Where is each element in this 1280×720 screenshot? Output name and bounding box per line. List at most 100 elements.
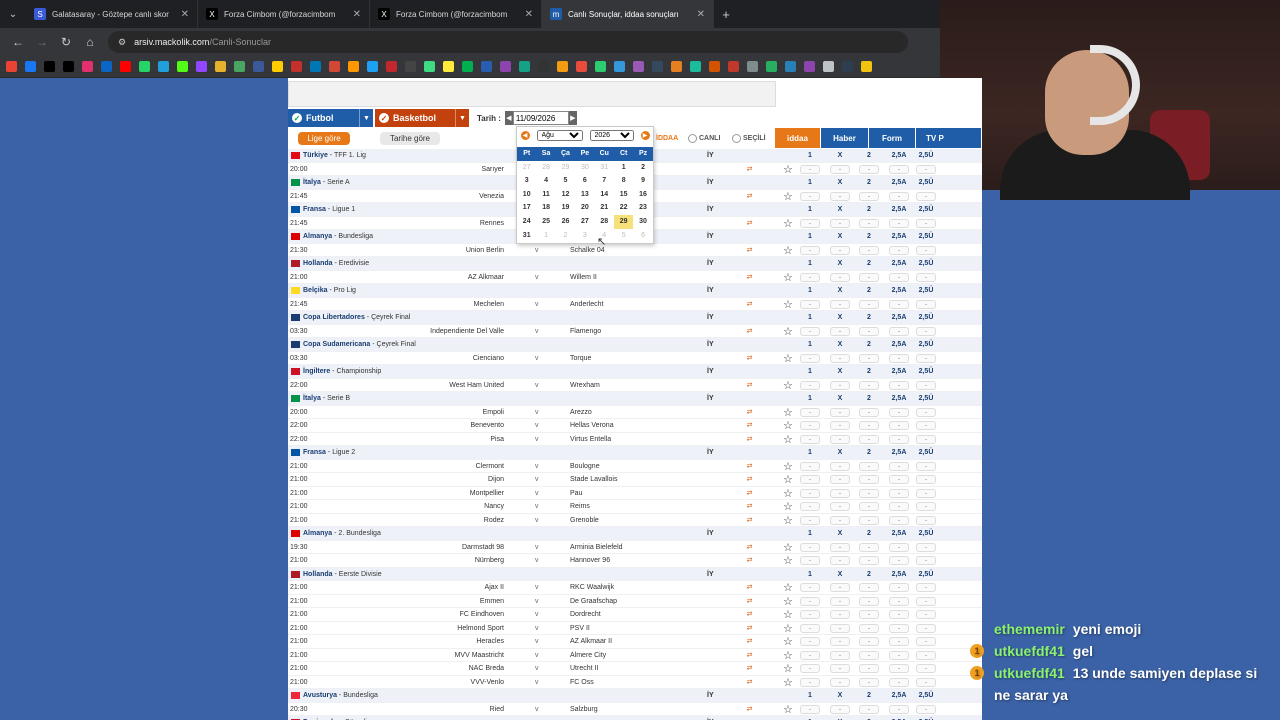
odd-cell[interactable]: - [859,245,879,255]
secili-checkbox[interactable]: SEÇİLİ [732,134,766,143]
away-team[interactable]: Willem II [570,274,597,281]
star-icon[interactable]: ☆ [783,325,793,338]
bookmark-icon[interactable] [158,61,169,72]
home-team[interactable]: Montpellier [470,490,504,497]
odd-cell[interactable]: - [830,677,850,687]
odd-cell[interactable]: - [916,488,936,498]
star-icon[interactable]: ☆ [783,622,793,635]
star-icon[interactable]: ☆ [783,379,793,392]
bookmark-icon[interactable] [595,61,606,72]
calendar-day[interactable]: 6 [575,174,594,188]
calendar-day[interactable]: 29 [613,214,634,229]
next-date-icon[interactable]: ▶ [568,111,577,125]
odd-cell[interactable]: - [889,353,909,363]
odd-cell[interactable]: - [830,407,850,417]
odd-cell[interactable]: - [916,326,936,336]
calendar-day[interactable]: 29 [556,161,575,175]
bookmark-icon[interactable] [329,61,340,72]
tv-icon[interactable]: ⇄ [745,706,754,713]
odd-cell[interactable]: - [916,421,936,430]
away-team[interactable]: Virtus Entella [570,436,611,443]
odd-cell[interactable]: - [889,502,909,511]
bookmark-icon[interactable] [538,61,549,72]
odd-cell[interactable]: - [889,610,909,619]
odd-cell[interactable]: - [859,542,879,552]
home-team[interactable]: Venezia [479,193,504,200]
odd-cell[interactable]: - [889,583,909,592]
odd-cell[interactable]: - [859,434,879,444]
calendar-day[interactable]: 31 [517,229,536,243]
odd-cell[interactable]: - [800,556,820,565]
bookmark-icon[interactable] [747,61,758,72]
chat-username[interactable]: utkuefdf41 [994,643,1065,659]
home-team[interactable]: Heracles [476,638,504,645]
calendar-day[interactable]: 9 [633,174,652,188]
calendar-next-icon[interactable]: ▶ [640,130,650,140]
away-team[interactable]: Arezzo [570,409,592,416]
bookmark-icon[interactable] [25,61,36,72]
odd-cell[interactable]: - [889,434,909,444]
bookmark-icon[interactable] [652,61,663,72]
home-team[interactable]: AZ Alkmaar [468,274,504,281]
chat-username[interactable]: utkuefdf41 [994,665,1065,681]
forward-icon[interactable]: → [30,30,54,54]
url-field[interactable]: ⚙ arsiv.mackolik.com/Canli-Sonuclar [108,31,908,53]
odd-cell[interactable]: - [830,218,850,228]
bookmark-icon[interactable] [443,61,454,72]
odd-cell[interactable]: - [800,677,820,687]
odd-cell[interactable]: - [889,650,909,660]
calendar-day[interactable]: 6 [633,229,652,243]
home-team[interactable]: FC Eindhoven [460,611,504,618]
tv-icon[interactable]: ⇄ [745,409,754,416]
home-team[interactable]: Clermont [476,463,504,470]
tab-basketbol[interactable]: ✓ Basketbol ▼ [375,109,469,127]
calendar-day[interactable]: 10 [517,188,536,202]
lige-gore-button[interactable]: Lige göre [298,132,350,145]
odd-cell[interactable]: - [889,488,909,498]
close-icon[interactable]: ✕ [697,9,705,20]
home-team[interactable]: Benevento [471,422,504,429]
home-team[interactable]: Rennes [480,220,504,227]
away-team[interactable]: Torque [570,355,591,362]
odd-cell[interactable]: - [916,610,936,619]
bookmark-icon[interactable] [481,61,492,72]
star-icon[interactable]: ☆ [783,406,793,419]
star-icon[interactable]: ☆ [783,217,793,230]
away-team[interactable]: RKC Waalwijk [570,584,614,591]
star-icon[interactable]: ☆ [783,352,793,365]
odd-cell[interactable]: - [800,650,820,660]
browser-tab[interactable]: X Forza Cimbom (@forzacimbom ✕ [198,0,370,28]
odd-cell[interactable]: - [830,380,850,390]
odd-cell[interactable]: - [830,434,850,444]
tv-icon[interactable]: ⇄ [745,355,754,362]
bookmark-icon[interactable] [576,61,587,72]
browser-tab[interactable]: S Galatasaray - Göztepe canlı skor ✕ [26,0,198,28]
tv-icon[interactable]: ⇄ [745,422,754,429]
browser-tab[interactable]: m Canlı Sonuçlar, iddaa sonuçları ✕ [542,0,714,28]
league-name[interactable]: Fransa - Ligue 2 [303,449,355,456]
odd-cell[interactable]: - [916,650,936,660]
odd-cell[interactable]: - [889,475,909,484]
calendar-day[interactable]: 16 [633,188,652,202]
odd-cell[interactable]: - [859,623,879,633]
home-team[interactable]: Pisa [490,436,504,443]
tab-search-button[interactable]: ⌄ [0,9,26,20]
calendar-day[interactable]: 3 [575,229,594,243]
league-name[interactable]: İtalya - Serie B [303,395,350,402]
tab-futbol[interactable]: ✓ Futbol ▼ [288,109,373,127]
odd-cell[interactable]: - [800,502,820,511]
away-team[interactable]: PSV II [570,625,590,632]
away-team[interactable]: Arminia Bielefeld [570,544,623,551]
home-team[interactable]: VVV-Venlo [471,679,504,686]
star-icon[interactable]: ☆ [783,190,793,203]
star-icon[interactable]: ☆ [783,649,793,662]
star-icon[interactable]: ☆ [783,473,793,486]
calendar-day[interactable]: 30 [575,161,594,175]
odd-cell[interactable]: - [916,515,936,525]
odd-cell[interactable]: - [859,164,879,174]
calendar-day[interactable]: 15 [614,188,633,202]
odd-cell[interactable]: - [889,299,909,309]
star-icon[interactable]: ☆ [783,419,793,432]
odd-cell[interactable]: - [859,326,879,336]
bookmark-icon[interactable] [671,61,682,72]
